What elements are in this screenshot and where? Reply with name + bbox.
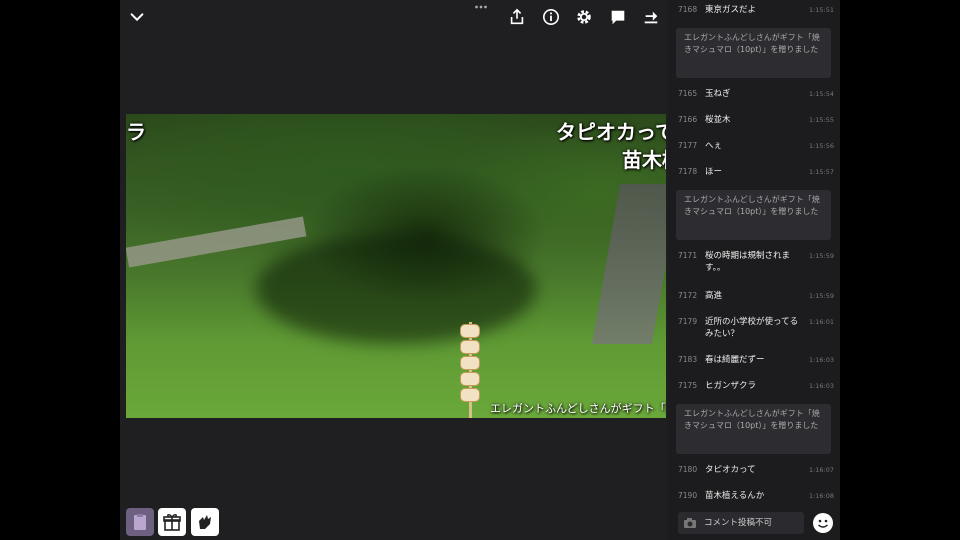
road bbox=[591, 184, 666, 344]
marshmallow-gift-graphic bbox=[460, 322, 480, 418]
more-dots-icon[interactable] bbox=[470, 0, 492, 14]
comment-input[interactable]: コメント投稿不可 bbox=[678, 512, 804, 534]
clap-icon[interactable] bbox=[191, 508, 219, 536]
comment-input-placeholder: コメント投稿不可 bbox=[704, 518, 773, 528]
gear-icon[interactable] bbox=[573, 6, 595, 28]
gift-notification: エレガントふんどしさんがギフト「焼 bbox=[490, 402, 666, 415]
scrolling-comment: ラ bbox=[126, 120, 146, 144]
skip-icon[interactable] bbox=[640, 6, 662, 28]
clipboard-icon[interactable] bbox=[126, 508, 154, 536]
video-frame[interactable]: ラ タピオカって 苗木植 エレガントふんどしさんがギフト「焼 bbox=[126, 114, 666, 418]
gift-message: エレガントふんどしさんがギフト「焼きマシュマロ（10pt）」を贈りました bbox=[676, 404, 831, 454]
right-letterbox bbox=[840, 0, 960, 540]
chevron-down-icon[interactable] bbox=[126, 6, 148, 28]
comment-icon[interactable] bbox=[607, 6, 629, 28]
camera-icon bbox=[684, 518, 696, 528]
scrolling-comment: 苗木植 bbox=[622, 148, 666, 172]
comment-panel[interactable]: 7168 東京ガスだよ 1:15:51 エレガントふんどしさんがギフト「焼きマシ… bbox=[668, 0, 840, 540]
scrolling-comment: タピオカって bbox=[556, 120, 666, 144]
player-area: ラ タピオカって 苗木植 エレガントふんどしさんがギフト「焼 bbox=[120, 0, 668, 540]
gift-message: エレガントふんどしさんがギフト「焼きマシュマロ（10pt）」を贈りました bbox=[676, 190, 831, 240]
emoji-icon[interactable] bbox=[812, 512, 834, 534]
gift-icon[interactable] bbox=[158, 508, 186, 536]
left-letterbox bbox=[0, 0, 120, 540]
info-icon[interactable] bbox=[540, 6, 562, 28]
gift-message: エレガントふんどしさんがギフト「焼きマシュマロ（10pt）」を贈りました bbox=[676, 28, 831, 78]
share-icon[interactable] bbox=[506, 6, 528, 28]
tree-shadow bbox=[256, 234, 536, 344]
